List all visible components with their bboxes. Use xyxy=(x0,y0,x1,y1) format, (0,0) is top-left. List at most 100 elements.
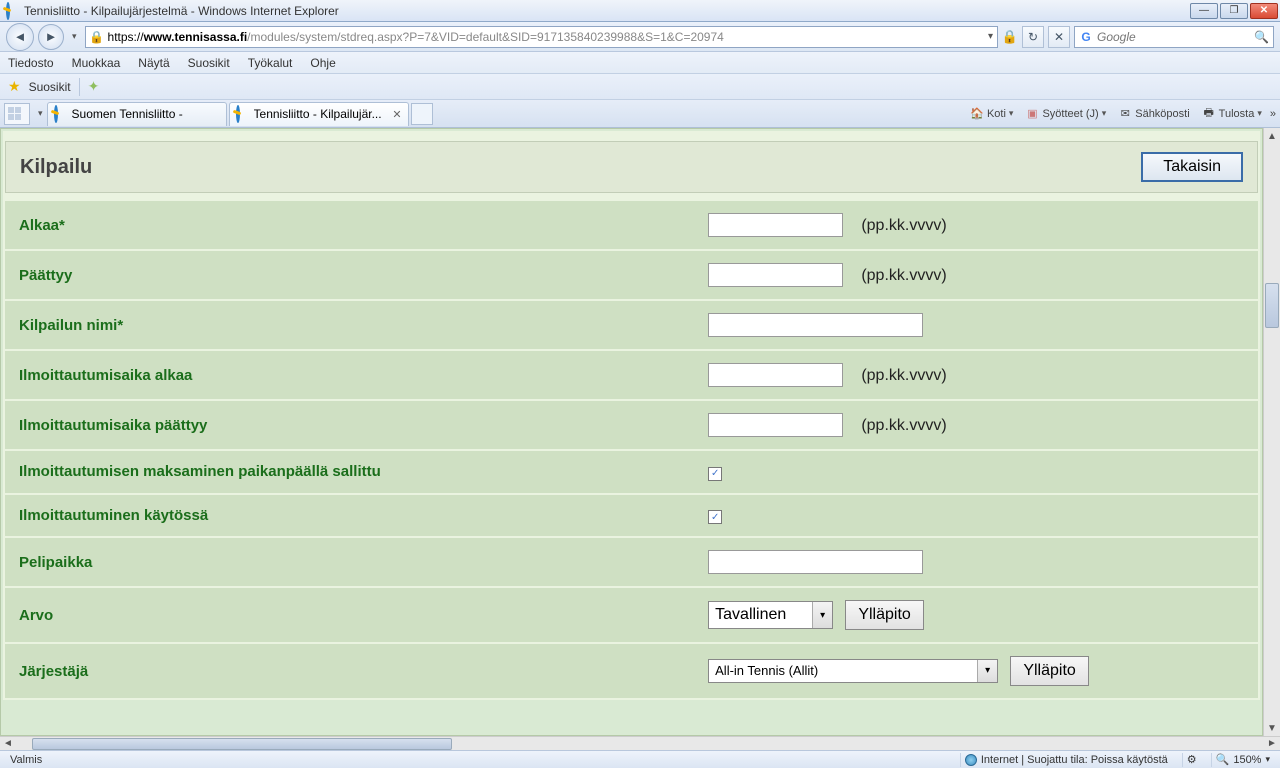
tab-suomen-tennisliitto[interactable]: Suomen Tennisliitto - xyxy=(47,102,227,126)
tab-title: Suomen Tennisliitto - xyxy=(72,107,220,121)
hscroll-thumb[interactable] xyxy=(32,738,452,750)
competition-form: Alkaa* (pp.kk.vvvv) Päättyy (pp.kk.vvvv) xyxy=(5,199,1258,700)
rss-icon: ▣ xyxy=(1025,107,1039,121)
cmd-mail[interactable]: ✉Sähköposti xyxy=(1114,107,1193,121)
vertical-scrollbar[interactable]: ▲ ▼ xyxy=(1263,128,1280,736)
nav-history-dropdown[interactable]: ▾ xyxy=(72,31,77,42)
label-alkaa: Alkaa* xyxy=(5,201,694,249)
menu-file[interactable]: Tiedosto xyxy=(8,56,54,70)
hint-alkaa: (pp.kk.vvvv) xyxy=(861,217,946,234)
row-pelipaikka: Pelipaikka xyxy=(5,538,1258,586)
menu-view[interactable]: Näytä xyxy=(138,56,169,70)
tab-title: Tennisliitto - Kilpailujär... xyxy=(254,107,389,121)
search-box[interactable]: G Google 🔍 xyxy=(1074,26,1274,48)
status-security[interactable]: Internet | Suojattu tila: Poissa käytöst… xyxy=(960,753,1172,767)
row-paattyy: Päättyy (pp.kk.vvvv) xyxy=(5,251,1258,299)
select-jarjestaja[interactable]: All-in Tennis (Allit) ▾ xyxy=(708,659,998,683)
input-paattyy[interactable] xyxy=(708,263,843,287)
refresh-button[interactable]: ↻ xyxy=(1022,26,1044,48)
checkbox-maksu-paikanpaalla[interactable]: ✓ xyxy=(708,467,722,481)
back-nav-button[interactable]: ◄ xyxy=(6,23,34,51)
new-tab-button[interactable] xyxy=(411,103,433,125)
input-alkaa[interactable] xyxy=(708,213,843,237)
row-nimi: Kilpailun nimi* xyxy=(5,301,1258,349)
label-paattyy: Päättyy xyxy=(5,251,694,299)
horizontal-scrollbar[interactable]: ◄ ► xyxy=(0,736,1280,750)
security-padlock-icon[interactable]: 🔒 xyxy=(1002,29,1018,45)
scroll-right-arrow[interactable]: ► xyxy=(1264,738,1280,749)
tab-kilpailujarjestelma[interactable]: Tennisliitto - Kilpailujär... ✕ xyxy=(229,102,409,126)
ie-icon xyxy=(54,107,68,121)
label-nimi: Kilpailun nimi* xyxy=(5,301,694,349)
add-favorite-icon[interactable]: ✦ xyxy=(88,78,100,95)
row-alkaa: Alkaa* (pp.kk.vvvv) xyxy=(5,201,1258,249)
print-icon: 🖶 xyxy=(1202,107,1216,121)
menu-favorites[interactable]: Suosikit xyxy=(188,56,230,70)
address-bar[interactable]: 🔒 https://www.tennisassa.fi/modules/syst… xyxy=(85,26,998,48)
stop-button[interactable]: ✕ xyxy=(1048,26,1070,48)
status-zoom[interactable]: 🔍 150% ▾ xyxy=(1211,753,1274,767)
scroll-down-arrow[interactable]: ▼ xyxy=(1264,720,1280,736)
scroll-thumb[interactable] xyxy=(1265,283,1279,328)
chevron-down-icon: ▾ xyxy=(977,660,997,682)
cmd-print[interactable]: 🖶Tulosta▾ xyxy=(1198,107,1266,121)
hint-ilmo-paattyy: (pp.kk.vvvv) xyxy=(861,417,946,434)
tab-close-icon[interactable]: ✕ xyxy=(392,108,401,121)
row-jarjestaja: Järjestäjä All-in Tennis (Allit) ▾ Ylläp… xyxy=(5,644,1258,698)
ie-icon xyxy=(236,107,250,121)
forward-nav-button[interactable]: ► xyxy=(38,24,64,50)
search-submit-icon[interactable]: 🔍 xyxy=(1254,30,1269,44)
cmd-more-dropdown[interactable]: » xyxy=(1270,108,1276,120)
nav-toolbar: ◄ ► ▾ 🔒 https://www.tennisassa.fi/module… xyxy=(0,22,1280,52)
home-icon: 🏠 xyxy=(970,107,984,121)
row-arvo: Arvo Tavallinen ▾ Ylläpito xyxy=(5,588,1258,642)
ie-icon xyxy=(6,4,20,18)
checkbox-ilmo-kaytossa[interactable]: ✓ xyxy=(708,510,722,524)
url-dropdown-icon[interactable]: ▾ xyxy=(988,31,993,42)
label-maksu: Ilmoittautumisen maksaminen paikanpäällä… xyxy=(5,451,694,493)
menu-help[interactable]: Ohje xyxy=(310,56,335,70)
label-ilmo-kaytossa: Ilmoittautuminen käytössä xyxy=(5,495,694,537)
chevron-down-icon: ▾ xyxy=(812,602,832,628)
minimize-button[interactable]: ― xyxy=(1190,3,1218,19)
menu-edit[interactable]: Muokkaa xyxy=(72,56,121,70)
favorites-star-icon[interactable]: ★ xyxy=(8,78,21,95)
mail-icon: ✉ xyxy=(1118,107,1132,121)
status-bar: Valmis Internet | Suojattu tila: Poissa … xyxy=(0,750,1280,768)
input-pelipaikka[interactable] xyxy=(708,550,923,574)
input-nimi[interactable] xyxy=(708,313,923,337)
maximize-button[interactable]: ❐ xyxy=(1220,3,1248,19)
input-ilmo-paattyy[interactable] xyxy=(708,413,843,437)
quick-tabs-dropdown[interactable]: ▾ xyxy=(38,108,43,119)
zoom-icon: 🔍 xyxy=(1216,753,1230,766)
yllapito-jarjestaja-button[interactable]: Ylläpito xyxy=(1010,656,1088,686)
url-text: https://www.tennisassa.fi/modules/system… xyxy=(108,30,984,44)
label-ilmo-alkaa: Ilmoittautumisaika alkaa xyxy=(5,351,694,399)
row-ilmoittautumisaika-alkaa: Ilmoittautumisaika alkaa (pp.kk.vvvv) xyxy=(5,351,1258,399)
yllapito-arvo-button[interactable]: Ylläpito xyxy=(845,600,923,630)
cmd-home[interactable]: 🏠Koti▾ xyxy=(966,107,1018,121)
form-header: Kilpailu Takaisin xyxy=(5,141,1258,193)
status-ready: Valmis xyxy=(6,753,46,767)
scroll-left-arrow[interactable]: ◄ xyxy=(0,738,16,749)
cmd-feeds[interactable]: ▣Syötteet (J)▾ xyxy=(1021,107,1110,121)
select-arvo[interactable]: Tavallinen ▾ xyxy=(708,601,833,629)
label-pelipaikka: Pelipaikka xyxy=(5,538,694,586)
scroll-up-arrow[interactable]: ▲ xyxy=(1264,128,1280,144)
favorites-label[interactable]: Suosikit xyxy=(29,80,71,94)
close-button[interactable]: ✕ xyxy=(1250,3,1278,19)
search-placeholder: Google xyxy=(1097,30,1136,44)
window-title: Tennisliitto - Kilpailujärjestelmä - Win… xyxy=(24,4,1190,18)
row-maksu-paikanpaalla: Ilmoittautumisen maksaminen paikanpäällä… xyxy=(5,451,1258,493)
menu-tools[interactable]: Työkalut xyxy=(248,56,293,70)
quick-tabs-button[interactable] xyxy=(4,103,30,125)
tab-bar: ▾ Suomen Tennisliitto - Tennisliitto - K… xyxy=(0,100,1280,128)
label-arvo: Arvo xyxy=(5,588,694,642)
input-ilmo-alkaa[interactable] xyxy=(708,363,843,387)
row-ilmoittautuminen-kaytossa: Ilmoittautuminen käytössä ✓ xyxy=(5,495,1258,537)
page-title: Kilpailu xyxy=(20,156,1141,179)
status-protected-mode-icon[interactable]: ⚙ xyxy=(1182,753,1201,767)
back-button[interactable]: Takaisin xyxy=(1141,152,1243,182)
window-titlebar: Tennisliitto - Kilpailujärjestelmä - Win… xyxy=(0,0,1280,22)
google-icon: G xyxy=(1079,30,1093,44)
